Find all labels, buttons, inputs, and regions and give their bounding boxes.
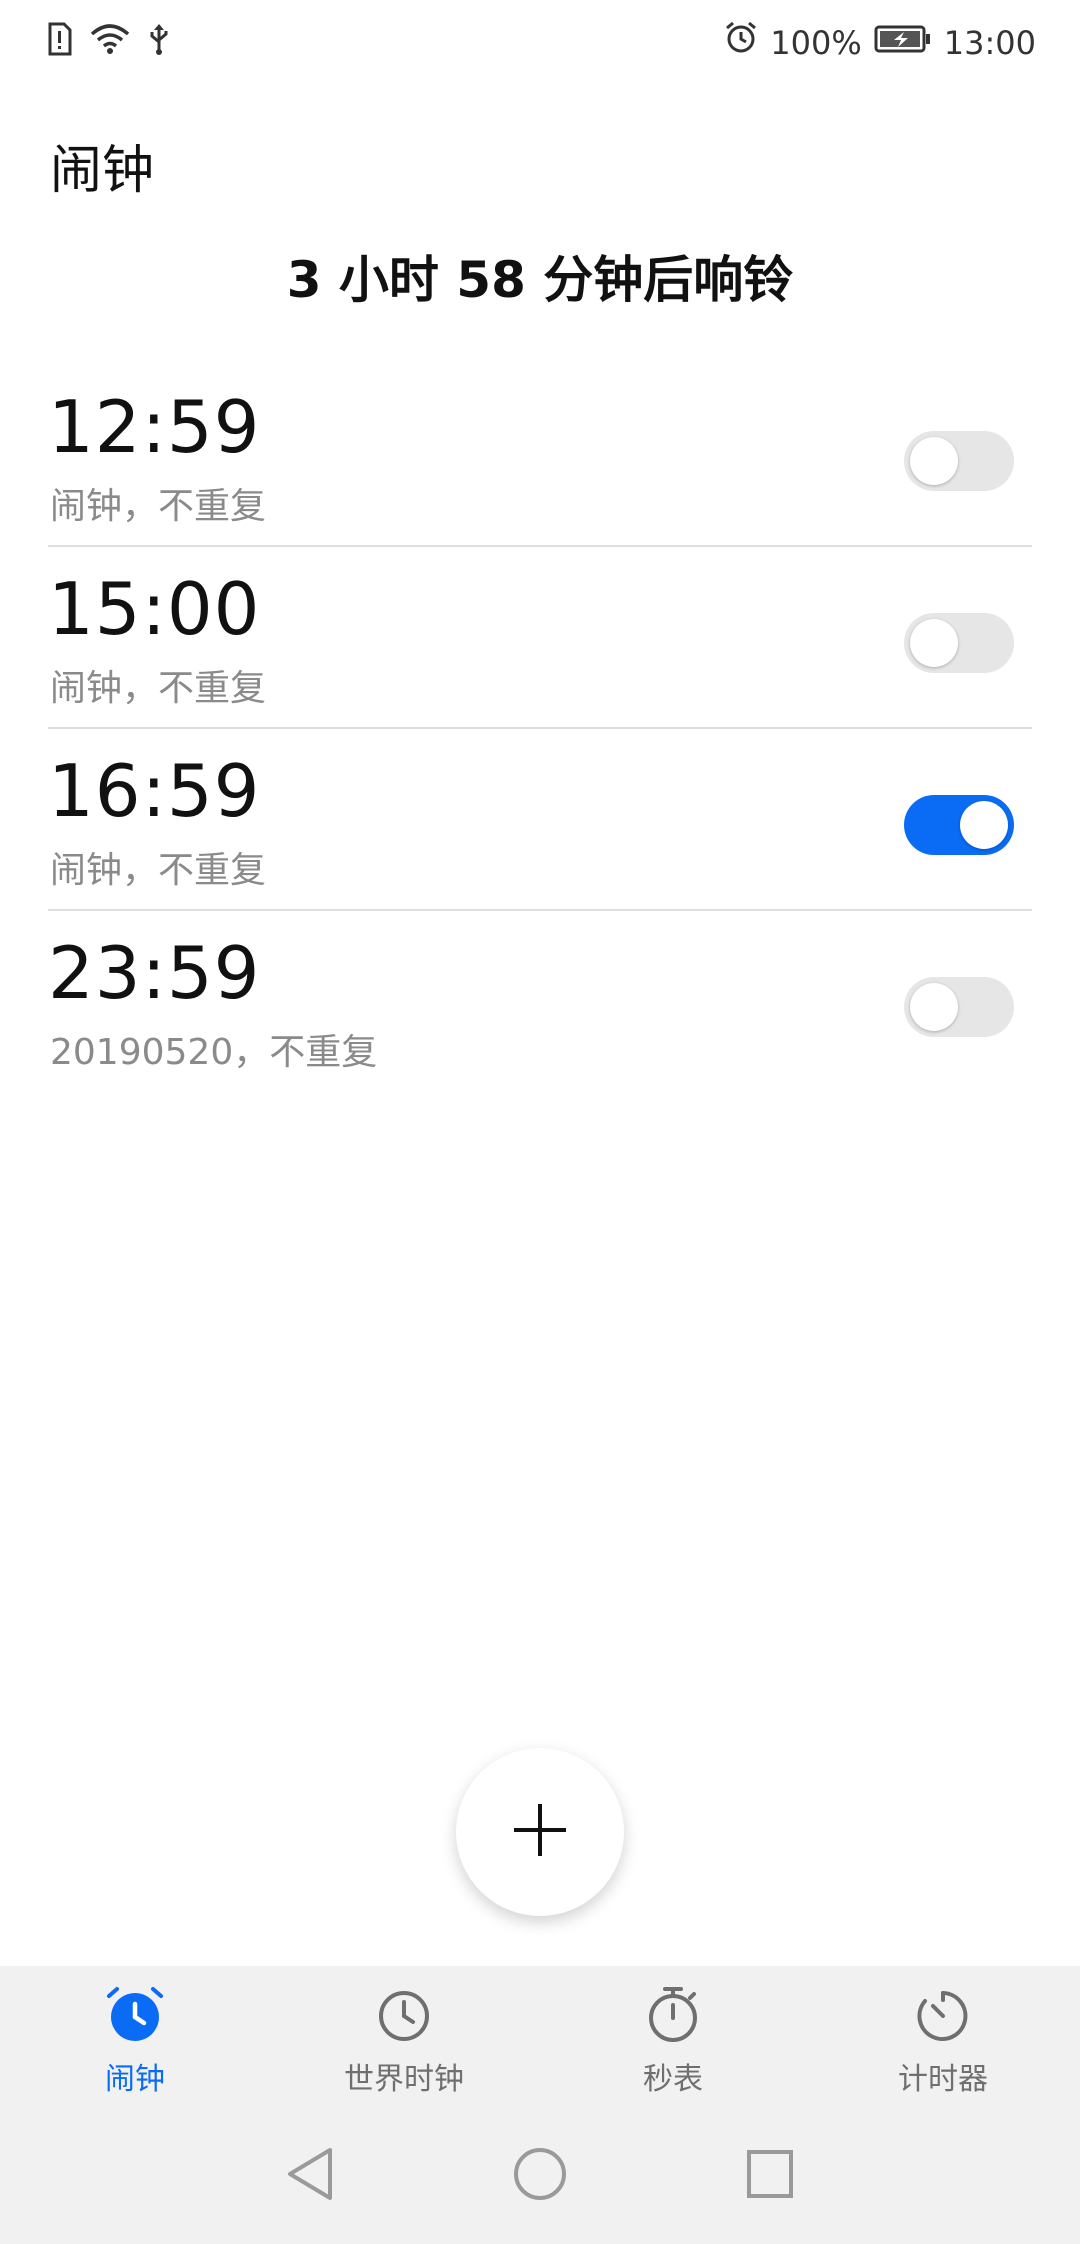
wifi-icon	[90, 22, 130, 60]
toggle-knob	[960, 801, 1008, 849]
next-alarm-countdown: 3 小时 58 分钟后响铃	[286, 251, 794, 309]
alarm-description: 闹钟，不重复	[50, 486, 267, 527]
alarm-time: 16:59	[48, 749, 261, 833]
plus-icon	[512, 1802, 568, 1862]
alarm-status-icon	[724, 20, 758, 65]
alarm-row[interactable]: 12:59 闹钟，不重复	[48, 365, 1032, 547]
stopwatch-icon	[643, 1987, 703, 2048]
timer-icon	[913, 1991, 973, 2048]
tab-timer[interactable]: 计时器	[843, 1984, 1043, 2098]
alarm-row[interactable]: 23:59 20190520，不重复	[48, 911, 1032, 1091]
alarm-description: 闹钟，不重复	[50, 668, 267, 709]
alarm-toggle[interactable]	[904, 613, 1014, 673]
alarm-description: 闹钟，不重复	[50, 850, 267, 891]
alarm-toggle[interactable]	[904, 431, 1014, 491]
battery-percent: 100%	[770, 23, 862, 62]
recent-apps-icon[interactable]	[744, 2144, 796, 2208]
toggle-knob	[910, 619, 958, 667]
usb-icon	[148, 22, 170, 60]
clock-app-screen: 100% 13:00 闹钟 3 小时 58 分钟后响铃 12:59 闹钟，不重复…	[0, 0, 1080, 2244]
tab-alarm[interactable]: 闹钟	[35, 1984, 235, 2098]
status-icons-right: 100% 13:00	[724, 20, 1036, 65]
system-navigation-bar	[0, 2106, 1080, 2244]
alarm-time: 12:59	[48, 385, 261, 469]
alarm-time: 15:00	[48, 567, 261, 651]
status-bar: 100% 13:00	[0, 0, 1080, 84]
alarm-list: 12:59 闹钟，不重复 15:00 闹钟，不重复 16:59 闹钟，不重复 2…	[48, 365, 1032, 1091]
alarm-row[interactable]: 15:00 闹钟，不重复	[48, 547, 1032, 729]
add-alarm-button[interactable]	[456, 1748, 624, 1916]
tab-label: 闹钟	[105, 2062, 165, 2097]
tab-label: 秒表	[643, 2062, 703, 2097]
toggle-knob	[910, 983, 958, 1031]
alarm-toggle[interactable]	[904, 795, 1014, 855]
alarm-description: 20190520，不重复	[50, 1032, 378, 1073]
alarm-time: 23:59	[48, 931, 261, 1015]
home-icon[interactable]	[512, 2144, 568, 2208]
alarm-row[interactable]: 16:59 闹钟，不重复	[48, 729, 1032, 911]
toggle-knob	[910, 437, 958, 485]
status-icons-left	[46, 22, 170, 60]
sim-alert-icon	[46, 22, 72, 60]
status-time: 13:00	[943, 23, 1036, 62]
alarm-toggle[interactable]	[904, 977, 1014, 1037]
page-title: 闹钟	[50, 141, 155, 201]
clock-icon	[374, 1991, 434, 2048]
back-icon[interactable]	[284, 2144, 336, 2208]
battery-charging-icon	[874, 21, 932, 65]
bottom-tab-bar: 闹钟 世界时钟 秒表 计时器	[0, 1966, 1080, 2106]
tab-stopwatch[interactable]: 秒表	[573, 1984, 773, 2098]
tab-label: 计时器	[898, 2062, 988, 2097]
alarm-clock-icon	[105, 1987, 165, 2048]
tab-world-clock[interactable]: 世界时钟	[304, 1984, 504, 2098]
tab-label: 世界时钟	[344, 2062, 464, 2097]
